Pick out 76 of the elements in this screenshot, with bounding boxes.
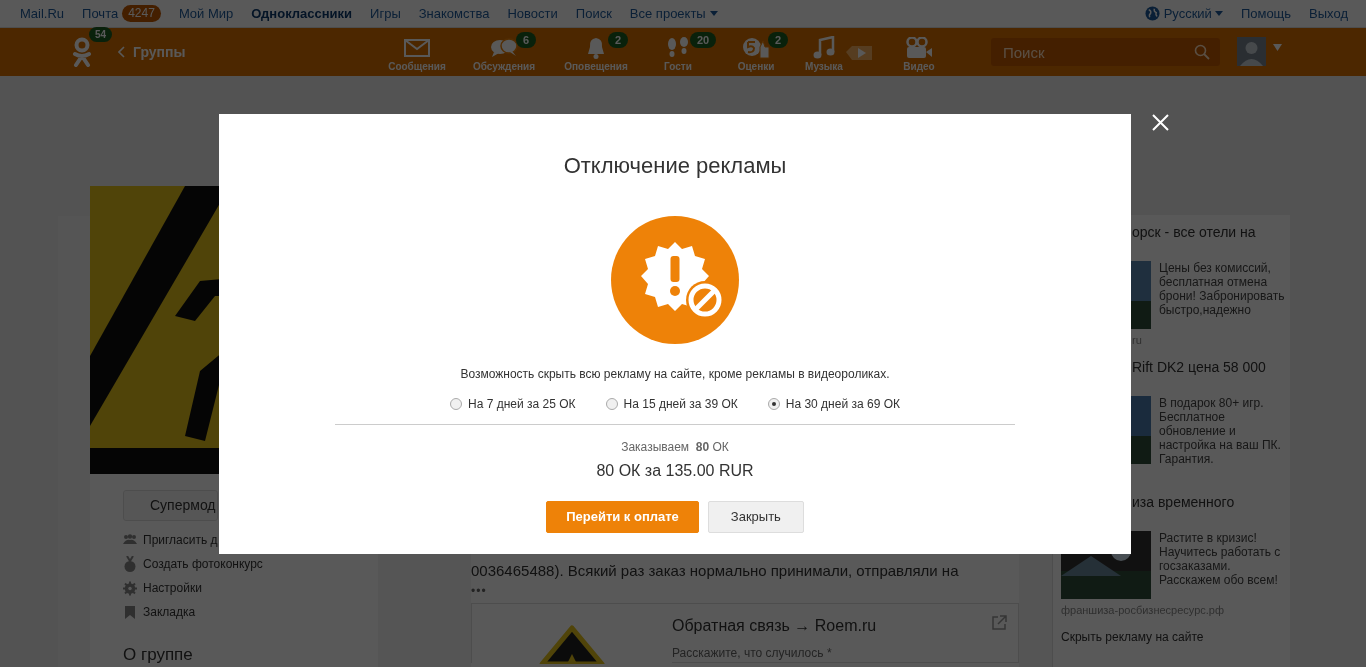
order-summary: Заказываем 80 ОК (621, 439, 729, 456)
modal-title: Отключение рекламы (563, 152, 787, 180)
footprints-icon (666, 37, 690, 59)
option-label[interactable]: На 30 дней за 69 ОК (785, 395, 900, 413)
nav-item[interactable]: Сообщения (388, 61, 446, 73)
video-camera-icon (905, 37, 933, 59)
top-nav-link[interactable]: Новости (507, 3, 558, 24)
sidebar-link[interactable]: Пригласить д (143, 531, 218, 549)
nav-item[interactable]: Оповещения (564, 61, 628, 73)
top-nav-link[interactable]: Помощь (1240, 3, 1292, 24)
radio-button[interactable] (767, 398, 780, 410)
ad-title[interactable]: Rift DK2 цена 58 000 (1132, 357, 1290, 377)
ok-logo-icon[interactable] (72, 37, 92, 67)
search-icon[interactable] (1194, 44, 1210, 60)
globe-icon (1144, 6, 1160, 21)
sidebar-link[interactable]: Создать фотоконкурс (143, 555, 263, 573)
group-button[interactable]: Супермод (123, 490, 218, 521)
search-field[interactable]: Поиск (991, 38, 1220, 66)
chat-icon (490, 38, 518, 58)
avatar[interactable] (1237, 37, 1266, 66)
notification-badge: 6 (516, 32, 537, 48)
option-label[interactable]: На 7 дней за 25 ОК (468, 395, 576, 413)
music-note-icon (813, 36, 835, 60)
modal-description: Возможность скрыть всю рекламу на сайте, кроме рекламы в видеороликах. (460, 366, 890, 383)
ad-title[interactable]: орск - все отели на (1132, 222, 1290, 242)
notification-badge: 2 (768, 32, 789, 48)
close-button[interactable]: Закрыть (707, 501, 804, 533)
top-nav-link[interactable]: Выход (1309, 3, 1348, 24)
nav-item[interactable]: Гости (664, 61, 692, 73)
section-heading: О группе (123, 644, 194, 666)
envelope-icon (404, 39, 430, 57)
notification-badge: 54 (89, 27, 113, 42)
caret-icon[interactable] (1273, 44, 1282, 51)
radio-button[interactable] (450, 398, 462, 410)
more-link[interactable]: ••• (471, 582, 1019, 600)
notification-badge: 20 (690, 32, 717, 48)
section-title[interactable]: Группы (133, 41, 186, 63)
top-nav-link[interactable]: Почта (82, 3, 119, 24)
option-label[interactable]: На 15 дней за 39 ОК (623, 395, 738, 413)
top-nav-link[interactable]: Игры (370, 3, 401, 24)
ad-text: Растите в кризис! Научитесь работать с госзаказами. Расскажем обо всем! (1159, 531, 1282, 589)
bookmark-icon (125, 605, 135, 619)
top-nav-link[interactable]: Одноклассники (251, 3, 353, 24)
language-selector[interactable]: Русский (1163, 3, 1223, 24)
sidebar-link[interactable]: Настройки (143, 579, 202, 597)
medal-icon (124, 556, 136, 572)
people-icon (123, 534, 137, 546)
back-icon[interactable] (118, 46, 125, 58)
order-total: 80 ОК за 135.00 RUR (596, 461, 754, 481)
top-nav-link[interactable]: Мой Мир (178, 3, 234, 24)
no-ads-icon (611, 216, 739, 344)
count-badge: 4247 (122, 5, 161, 22)
pay-button[interactable]: Перейти к оплате (546, 501, 699, 533)
nav-item[interactable]: Обсуждения (472, 61, 536, 73)
sidebar-link[interactable]: Закладка (143, 603, 196, 621)
top-nav-link[interactable]: Знакомства (418, 3, 490, 24)
gear-icon (123, 580, 137, 596)
nav-item[interactable]: Оценки (737, 61, 775, 73)
ad-title[interactable]: иза временного (1132, 492, 1290, 512)
external-link-icon[interactable] (991, 615, 1007, 631)
close-icon[interactable] (1152, 114, 1169, 131)
notification-badge: 2 (608, 32, 629, 48)
nav-item[interactable]: Видео (903, 61, 935, 73)
rating-icon (742, 37, 770, 59)
post-text: 0036465488). Всякий раз заказ нормально принимали, отправляли на (471, 561, 960, 581)
caret-icon (1214, 11, 1223, 16)
hide-ads-link[interactable]: Скрыть рекламу на сайте (1061, 628, 1204, 646)
top-nav-link[interactable]: Все проекты (629, 3, 718, 24)
bell-icon (586, 37, 606, 59)
top-nav-link[interactable]: Mail.Ru (20, 3, 65, 24)
top-nav-link[interactable]: Поиск (575, 3, 612, 24)
radio-button[interactable] (605, 398, 618, 410)
ad-text: Цены без комиссий, бесплатная отмена брони! Забронировать быстро,надежно (1159, 261, 1285, 319)
nav-item[interactable]: Музыка (805, 61, 843, 73)
card-title[interactable]: Обратная связь → Roem.ru (672, 614, 877, 638)
ad-text: В подарок 80+ игр. Бесплатное обновление и настройка на ваш ПК. Гарантия. (1159, 396, 1282, 466)
